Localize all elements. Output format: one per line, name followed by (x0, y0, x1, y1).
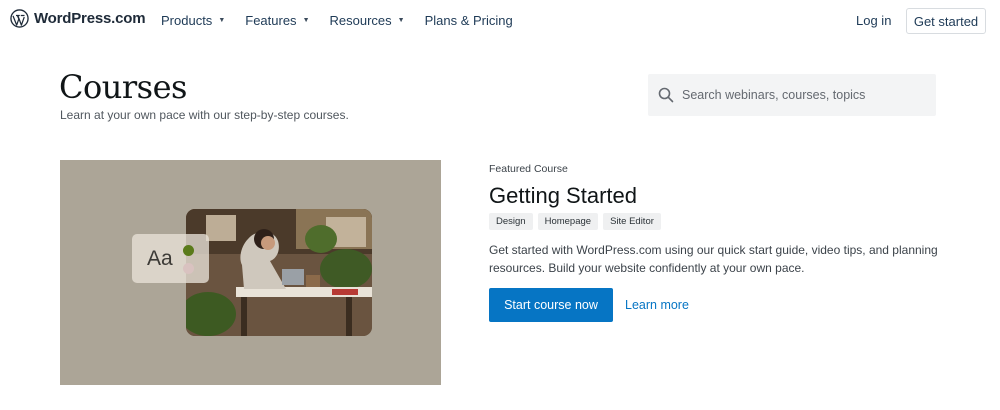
search-box[interactable] (648, 74, 936, 116)
search-input[interactable] (682, 88, 922, 102)
nav-plans-pricing[interactable]: Plans & Pricing (425, 13, 513, 28)
search-icon (658, 87, 674, 103)
nav-features[interactable]: Features ▼ (245, 13, 309, 28)
get-started-button[interactable]: Get started (906, 8, 986, 34)
tag-site-editor[interactable]: Site Editor (603, 213, 661, 230)
chevron-down-icon: ▼ (397, 17, 405, 24)
typography-sample: Aa (147, 247, 173, 270)
course-tags: Design Homepage Site Editor (489, 213, 661, 230)
start-course-button[interactable]: Start course now (489, 288, 613, 322)
site-header: WordPress.com Products ▼ Features ▼ Reso… (0, 0, 1000, 42)
course-photo (186, 209, 372, 336)
nav-products-label: Products (161, 13, 213, 28)
featured-course-title[interactable]: Getting Started (489, 183, 637, 209)
featured-kicker: Featured Course (489, 163, 568, 175)
tag-homepage[interactable]: Homepage (537, 213, 599, 230)
tag-design[interactable]: Design (489, 213, 533, 230)
wordpress-logo-icon (10, 9, 29, 28)
featured-course-image[interactable]: Aa (60, 160, 441, 385)
login-link[interactable]: Log in (856, 13, 891, 28)
page-subtitle: Learn at your own pace with our step-by-… (60, 108, 349, 122)
nav-resources[interactable]: Resources ▼ (330, 13, 405, 28)
wordpress-logo[interactable]: WordPress.com (10, 9, 146, 28)
color-swatch-pink (183, 263, 194, 274)
featured-description: Get started with WordPress.com using our… (489, 243, 938, 275)
page-title: Courses (59, 68, 187, 106)
chevron-down-icon: ▼ (218, 17, 226, 24)
logo-text: WordPress.com (34, 10, 146, 27)
nav-resources-label: Resources (329, 13, 392, 28)
main-nav: Products ▼ Features ▼ Resources ▼ Plans … (161, 13, 513, 28)
nav-plans-pricing-label: Plans & Pricing (424, 13, 513, 28)
chevron-down-icon: ▼ (302, 17, 310, 24)
nav-features-label: Features (245, 13, 297, 28)
color-swatch-green (183, 245, 194, 256)
nav-products[interactable]: Products ▼ (161, 13, 225, 28)
typography-card: Aa (132, 234, 209, 283)
learn-more-link[interactable]: Learn more (625, 298, 689, 312)
